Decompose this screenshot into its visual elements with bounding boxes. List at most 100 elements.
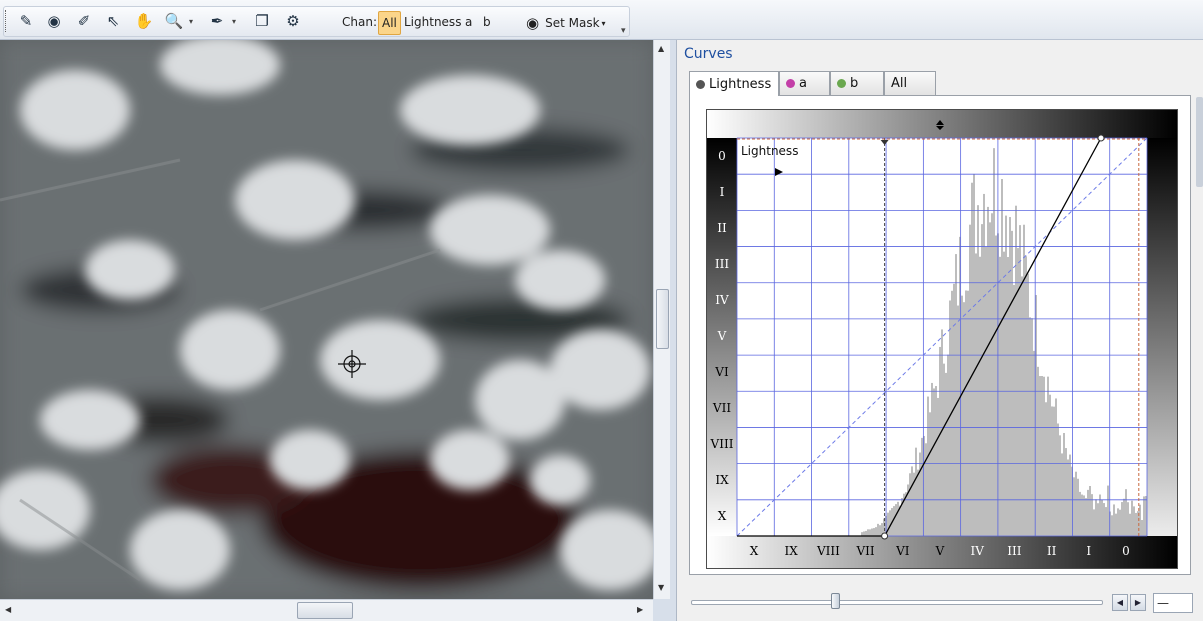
channel-dot-icon bbox=[837, 79, 846, 88]
scroll-down-icon[interactable]: ▼ bbox=[658, 583, 664, 592]
histogram-bar bbox=[993, 148, 995, 536]
histogram-bar bbox=[1067, 459, 1069, 536]
decrement-icon[interactable]: ◀ bbox=[1112, 594, 1128, 611]
histogram-bar bbox=[915, 447, 917, 536]
histogram-bar bbox=[921, 437, 923, 536]
scroll-left-icon[interactable]: ◀ bbox=[5, 605, 11, 614]
main-toolbar: ✎ ◉ ✐ ⇖ ✋ 🔍 ✒ ❐ ⚙ Chan: AllLightnessab ◉ Set Mas… bbox=[0, 0, 1203, 40]
eyedropper-tool-button[interactable]: ✒ bbox=[205, 9, 236, 33]
histogram-bar bbox=[1101, 499, 1103, 536]
x-tick-label: 0 bbox=[1122, 544, 1130, 558]
histogram-bar bbox=[939, 346, 941, 536]
right-gradient bbox=[1147, 138, 1177, 568]
histogram-bar bbox=[1131, 500, 1133, 536]
histogram-bar bbox=[1115, 513, 1117, 536]
mask-tool-button[interactable]: ◉ bbox=[42, 9, 66, 33]
hand-tool-button[interactable]: ✋ bbox=[132, 9, 156, 33]
tab-lightness[interactable]: Lightness bbox=[689, 71, 779, 96]
histogram-bar bbox=[909, 473, 911, 536]
x-tick-label: III bbox=[1007, 544, 1021, 558]
tab-label: a bbox=[799, 76, 807, 91]
image-horizontal-scrollbar[interactable]: ◀ ▶ bbox=[0, 599, 653, 621]
scroll-up-icon[interactable]: ▲ bbox=[658, 44, 664, 53]
channel-label: Chan: bbox=[342, 15, 377, 29]
copy-tool-button[interactable]: ❐ bbox=[250, 9, 274, 33]
y-tick-label: IX bbox=[715, 473, 729, 487]
histogram-bar bbox=[1057, 423, 1059, 536]
panel-scroll-thumb[interactable] bbox=[1196, 97, 1203, 187]
channel-all-button[interactable]: All bbox=[378, 11, 401, 35]
wrench-icon: ⚙ bbox=[286, 12, 300, 30]
x-tick-label: IV bbox=[970, 544, 984, 558]
histogram-bar bbox=[991, 213, 993, 537]
channel-b-button[interactable]: b bbox=[480, 11, 494, 35]
histogram-bar bbox=[1079, 491, 1081, 536]
histogram-bar bbox=[1047, 376, 1049, 536]
histogram-bar bbox=[1063, 432, 1065, 536]
y-tick-label: I bbox=[720, 185, 725, 199]
graph-channel-label: Lightness bbox=[741, 144, 798, 158]
paint-tool-button[interactable]: ✎ bbox=[14, 9, 38, 33]
tab-label: b bbox=[850, 76, 859, 91]
set-mask-button[interactable]: ◉ Set Mask bbox=[526, 11, 606, 35]
tab-all[interactable]: All bbox=[884, 71, 936, 95]
histogram-bar bbox=[967, 290, 969, 536]
histogram-bar bbox=[1045, 402, 1047, 536]
histogram-bar bbox=[895, 504, 897, 536]
histogram-bar bbox=[975, 253, 977, 536]
histogram-bar bbox=[1099, 494, 1101, 536]
histogram-bar bbox=[995, 235, 997, 536]
x-tick-label: V bbox=[935, 544, 945, 558]
curves-panel: Curves Lightness a b All Lightness 0 I II III IV… bbox=[676, 40, 1203, 621]
histogram-bar bbox=[1061, 453, 1063, 536]
histogram-bar bbox=[963, 302, 965, 536]
mask-icon: ◉ bbox=[47, 12, 61, 30]
curve-slider-track[interactable] bbox=[691, 600, 1103, 605]
settings-tool-button[interactable]: ⚙ bbox=[281, 9, 305, 33]
toolbar-grip[interactable] bbox=[5, 10, 8, 32]
curves-graph[interactable]: Lightness 0 I II III IV V VI VII VIII IX X X IX VIII VI… bbox=[706, 109, 1178, 572]
histogram-bar bbox=[1103, 503, 1105, 536]
histogram-bar bbox=[1085, 498, 1087, 536]
histogram-bar bbox=[929, 412, 931, 536]
slider-value-field[interactable]: — bbox=[1153, 593, 1193, 613]
image-canvas[interactable] bbox=[0, 40, 653, 599]
histogram-bar bbox=[925, 443, 927, 536]
histogram-bar bbox=[1039, 376, 1041, 536]
histogram-bar bbox=[1051, 406, 1053, 536]
zoom-tool-button[interactable]: 🔍 bbox=[162, 9, 193, 33]
histogram-bar bbox=[1019, 225, 1021, 536]
histogram-bar bbox=[931, 382, 933, 536]
vertical-scroll-thumb[interactable] bbox=[656, 289, 669, 349]
histogram-bar bbox=[871, 528, 873, 536]
channel-lightness-button[interactable]: Lightness bbox=[401, 11, 464, 35]
scroll-right-icon[interactable]: ▶ bbox=[637, 605, 643, 614]
histogram-bar bbox=[1009, 217, 1011, 536]
brush-tool-button[interactable]: ✐ bbox=[72, 9, 96, 33]
histogram-bar bbox=[1027, 273, 1029, 536]
x-tick-label: I bbox=[1086, 544, 1091, 558]
panel-scrollbar[interactable] bbox=[1195, 95, 1203, 575]
histogram-bar bbox=[1053, 406, 1055, 536]
tab-a[interactable]: a bbox=[779, 71, 830, 95]
y-tick-label: III bbox=[715, 257, 729, 271]
channel-a-button[interactable]: a bbox=[462, 11, 475, 35]
histogram-bar bbox=[1055, 398, 1057, 536]
toolbar-overflow-icon[interactable]: ▾ bbox=[621, 26, 626, 36]
histogram-bar bbox=[1041, 376, 1043, 536]
histogram-bar bbox=[1087, 489, 1089, 536]
histogram-bar bbox=[1059, 435, 1061, 536]
histogram-bar bbox=[1029, 317, 1031, 536]
increment-icon[interactable]: ▶ bbox=[1130, 594, 1146, 611]
curve-slider-knob[interactable] bbox=[831, 593, 841, 609]
tab-b[interactable]: b bbox=[830, 71, 884, 95]
select-tool-button[interactable]: ⇖ bbox=[101, 9, 125, 33]
histogram-bar bbox=[965, 290, 967, 536]
image-vertical-scrollbar[interactable]: ▲ ▼ bbox=[653, 40, 670, 599]
histogram-bar bbox=[979, 256, 981, 536]
horizontal-scroll-thumb[interactable] bbox=[297, 602, 353, 619]
histogram-bar bbox=[1003, 251, 1005, 537]
histogram-bar bbox=[1065, 448, 1067, 536]
histogram-bar bbox=[1095, 499, 1097, 536]
histogram-bar bbox=[1037, 366, 1039, 536]
